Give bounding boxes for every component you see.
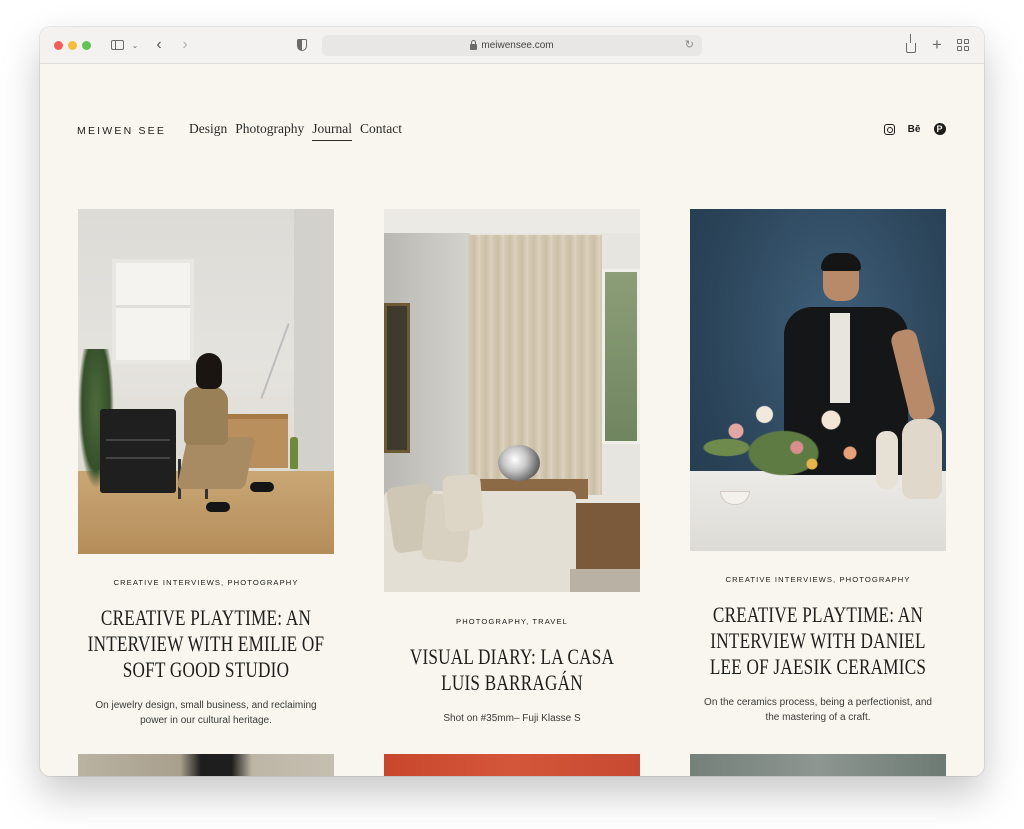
- post-title[interactable]: CREATIVE PLAYTIME: AN INTERVIEW WITH DAN…: [689, 602, 946, 680]
- close-window-button[interactable]: [54, 41, 63, 50]
- post-card[interactable]: CREATIVE INTERVIEWS, PHOTOGRAPHY CREATIV…: [690, 209, 946, 723]
- chevron-down-icon[interactable]: ⌄: [130, 36, 140, 54]
- post-title-line: LEE OF JAESIK CERAMICS: [709, 654, 927, 679]
- back-arrow-icon[interactable]: ‹: [152, 36, 166, 54]
- post-description-line: On jewelry design, small business, and r…: [95, 700, 317, 711]
- share-icon[interactable]: [904, 34, 918, 54]
- post-title-line: SOFT GOOD STUDIO: [122, 657, 290, 682]
- site-page: MEIWEN SEE Design Photography Journal Co…: [40, 64, 984, 776]
- post-description: On the ceramics process, being a perfect…: [698, 695, 938, 725]
- main-nav: Design Photography Journal Contact: [189, 121, 402, 141]
- post-description-line: power in our cultural heritage.: [140, 715, 272, 726]
- address-url: meiwensee.com: [481, 40, 554, 51]
- post-photo-studio[interactable]: [78, 209, 334, 554]
- privacy-shield-icon[interactable]: [295, 36, 309, 54]
- post-title-line: INTERVIEW WITH EMILIE OF: [87, 631, 325, 656]
- nav-journal[interactable]: Journal: [312, 121, 352, 141]
- sidebar-toggle-icon[interactable]: [110, 36, 124, 54]
- pinterest-icon[interactable]: P: [933, 122, 946, 136]
- post-description: On jewelry design, small business, and r…: [86, 698, 326, 728]
- behance-icon[interactable]: Bē: [906, 122, 922, 136]
- post-photo-ceramics[interactable]: [690, 209, 946, 551]
- site-logo[interactable]: MEIWEN SEE: [77, 125, 166, 137]
- new-tab-icon[interactable]: +: [930, 35, 944, 54]
- zoom-window-button[interactable]: [82, 41, 91, 50]
- instagram-icon[interactable]: [883, 122, 896, 136]
- nav-photography[interactable]: Photography: [235, 121, 304, 141]
- post-title-line: INTERVIEW WITH DANIEL: [710, 628, 926, 653]
- post-title[interactable]: CREATIVE PLAYTIME: AN INTERVIEW WITH EMI…: [77, 605, 334, 683]
- post-categories[interactable]: PHOTOGRAPHY, TRAVEL: [384, 617, 640, 626]
- post-title-line: LUIS BARRAGÁN: [441, 670, 583, 695]
- post-title[interactable]: VISUAL DIARY: LA CASA LUIS BARRAGÁN: [383, 644, 640, 696]
- minimize-window-button[interactable]: [68, 41, 77, 50]
- next-post-photo[interactable]: [78, 754, 334, 776]
- browser-window: ⌄ ‹ › meiwensee.com ↻ + MEIWEN SEE Desig…: [40, 27, 984, 776]
- lock-icon: [470, 39, 478, 50]
- nav-design[interactable]: Design: [189, 121, 227, 141]
- browser-toolbar: ⌄ ‹ › meiwensee.com ↻ +: [40, 27, 984, 64]
- post-card[interactable]: CREATIVE INTERVIEWS, PHOTOGRAPHY CREATIV…: [78, 209, 334, 726]
- next-post-photo[interactable]: [384, 754, 640, 776]
- tab-overview-icon[interactable]: [956, 36, 970, 54]
- post-title-line: CREATIVE PLAYTIME: AN: [100, 605, 312, 630]
- forward-arrow-icon[interactable]: ›: [178, 36, 192, 54]
- post-description: Shot on #35mm– Fuji Klasse S: [392, 711, 632, 726]
- address-bar[interactable]: meiwensee.com ↻: [322, 35, 702, 56]
- post-description-line: Shot on #35mm– Fuji Klasse S: [443, 713, 581, 724]
- reload-icon[interactable]: ↻: [685, 38, 694, 51]
- post-categories[interactable]: CREATIVE INTERVIEWS, PHOTOGRAPHY: [690, 575, 946, 584]
- post-photo-interior[interactable]: [384, 209, 640, 592]
- post-description-line: the mastering of a craft.: [765, 712, 871, 723]
- post-title-line: CREATIVE PLAYTIME: AN: [712, 602, 924, 627]
- nav-contact[interactable]: Contact: [360, 121, 402, 141]
- next-post-photo[interactable]: [690, 754, 946, 776]
- post-card[interactable]: PHOTOGRAPHY, TRAVEL VISUAL DIARY: LA CAS…: [384, 209, 640, 724]
- post-title-line: VISUAL DIARY: LA CASA: [409, 644, 615, 669]
- post-categories[interactable]: CREATIVE INTERVIEWS, PHOTOGRAPHY: [78, 578, 334, 587]
- post-description-line: On the ceramics process, being a perfect…: [704, 697, 932, 708]
